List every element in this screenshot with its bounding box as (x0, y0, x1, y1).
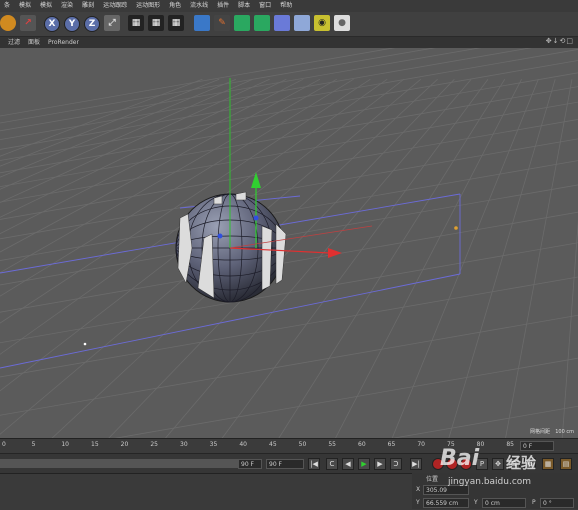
watermark-url: jingyan.baidu.com (448, 477, 532, 487)
p-rotation-field[interactable]: 0 ° (540, 498, 574, 508)
timeline-tick-label: 85 (506, 441, 514, 448)
x-label: X (416, 486, 421, 493)
menu-item[interactable]: 模拟 (15, 0, 36, 12)
goto-end-icon[interactable]: ▶| (410, 458, 422, 470)
goto-start-icon[interactable]: |◀ (308, 458, 320, 470)
viewport-nav-icons[interactable]: ✥↓⟲□ (546, 37, 574, 45)
viewport-menu-panel[interactable]: 面板 (24, 37, 44, 48)
viewport-menu: 过滤 面板 ProRender ✥↓⟲□ (0, 37, 578, 48)
render-settings-icon[interactable]: ▦ (168, 15, 184, 31)
light-icon[interactable]: ● (334, 15, 350, 31)
menu-item[interactable]: 帮助 (276, 0, 297, 12)
watermark-brand-cn: 经验 (506, 454, 537, 472)
scale-icon[interactable]: ↗ (20, 15, 36, 31)
next-frame-icon[interactable]: ▶ (374, 458, 386, 470)
menu-item[interactable]: 脚本 (234, 0, 255, 12)
timeline-tick-label: 15 (91, 441, 99, 448)
cube-icon[interactable] (194, 15, 210, 31)
film-icon[interactable]: ▦ (542, 458, 554, 470)
camera-icon[interactable]: ◉ (314, 15, 330, 31)
array-icon[interactable] (254, 15, 270, 31)
pen-icon[interactable]: ✎ (214, 15, 230, 31)
timeline-tick-label: 55 (328, 441, 336, 448)
menu-item[interactable]: 条 (0, 0, 15, 12)
range-end-field[interactable]: 90 F (238, 459, 262, 469)
position-header: 位置 (426, 476, 439, 483)
3d-viewport[interactable]: 网格间距 100 cm (0, 48, 578, 438)
timeline-tick-label: 10 (61, 441, 69, 448)
timeline-icon[interactable]: ▤ (560, 458, 572, 470)
timeline-tick-label: 65 (387, 441, 396, 448)
menu-item[interactable]: 角色 (165, 0, 186, 12)
timeline-tick-label: 0 (2, 441, 6, 448)
timeline-tick-label: 35 (209, 441, 218, 448)
floor-icon[interactable] (294, 15, 310, 31)
x-axis-button[interactable]: X (44, 16, 60, 32)
current-frame-field[interactable]: 0 F (520, 441, 554, 451)
timeline-ruler[interactable]: 051015202530354045505560657075808590 (0, 438, 578, 454)
menu-item[interactable]: 渲染 (57, 0, 78, 12)
menu-item[interactable]: 窗口 (255, 0, 276, 12)
main-toolbar: ↗ X Y Z ⤢ ▦ ▦ ▦ ✎ ◉ ● (0, 12, 578, 37)
timeline-tick-label: 70 (417, 441, 425, 448)
render-active-view-icon[interactable]: ▦ (148, 15, 164, 31)
viewport-canvas[interactable] (0, 48, 578, 438)
menu-item[interactable]: 流水线 (186, 0, 213, 12)
y2-label: Y (474, 499, 478, 506)
menu-item[interactable]: 模拟 (36, 0, 57, 12)
timeline-tick-label: 60 (358, 441, 366, 448)
deformer-icon[interactable] (274, 15, 290, 31)
timeline-tick-label: 25 (150, 441, 158, 448)
timeline-tick-label: 20 (120, 441, 129, 448)
next-key-icon[interactable]: Ↄ (390, 458, 402, 470)
p-label: P (532, 499, 536, 506)
grid-spacing-value: 100 cm (555, 429, 574, 435)
menu-item[interactable]: 运动跟踪 (99, 0, 132, 12)
menu-item[interactable]: 插件 (213, 0, 234, 12)
prev-frame-icon[interactable]: ◀ (342, 458, 354, 470)
y-axis-button[interactable]: Y (64, 16, 80, 32)
viewport-menu-prorender[interactable]: ProRender (44, 37, 83, 48)
end-frame-field[interactable]: 90 F (266, 459, 304, 469)
z-axis-button[interactable]: Z (84, 16, 100, 32)
timeline-tick-label: 30 (180, 441, 188, 448)
timeline-tick-label: 5 (31, 441, 36, 448)
menu-item[interactable]: 雕刻 (78, 0, 99, 12)
y-size-field[interactable]: 0 cm (482, 498, 526, 508)
rotate-icon[interactable] (0, 15, 16, 31)
render-view-icon[interactable]: ▦ (128, 15, 144, 31)
watermark-brand: Bai (440, 446, 480, 471)
viewport-menu-filter[interactable]: 过滤 (0, 37, 24, 48)
transport-bar: 90 F 90 F |◀ C ◀ ▶ ▶ Ↄ ▶| P ✥ ⊡ ↻ ▦ ▤ 0 … (0, 441, 578, 474)
y-label: Y (416, 499, 420, 506)
y-position-field[interactable]: 66.559 cm (423, 498, 469, 508)
prev-key-icon[interactable]: C (326, 458, 338, 470)
menu-bar: 条 模拟 模拟 渲染 雕刻 运动跟踪 运动图形 角色 流水线 插件 脚本 窗口 … (0, 0, 578, 12)
menu-item[interactable]: 运动图形 (132, 0, 165, 12)
coordinate-system-icon[interactable]: ⤢ (104, 15, 120, 31)
grid-spacing-label: 网格间距 (529, 429, 550, 435)
play-icon[interactable]: ▶ (358, 458, 370, 470)
timeline-tick-label: 45 (269, 441, 277, 448)
timeline-range-bar[interactable] (0, 459, 255, 468)
subdivision-icon[interactable] (234, 15, 250, 31)
timeline-tick-label: 40 (239, 441, 247, 448)
timeline-tick-label: 50 (298, 441, 307, 448)
move-key-icon[interactable]: ✥ (492, 458, 504, 470)
